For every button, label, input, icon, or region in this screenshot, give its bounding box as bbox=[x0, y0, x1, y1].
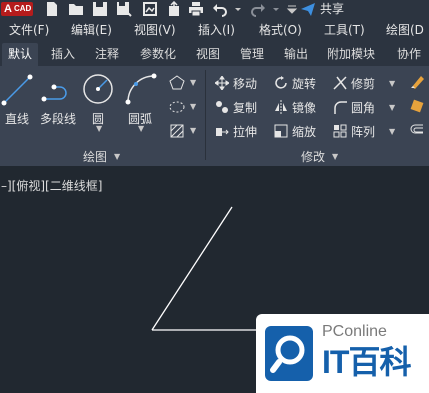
save-as-icon[interactable] bbox=[116, 1, 132, 17]
trim-tool[interactable]: 修剪 bbox=[333, 75, 375, 92]
rotate-icon bbox=[274, 76, 288, 90]
fillet-tool-label: 圆角 bbox=[351, 101, 376, 115]
circle-tool-icon[interactable] bbox=[81, 72, 115, 106]
scale-tool-label: 缩放 bbox=[292, 125, 317, 139]
offset-icon[interactable] bbox=[409, 122, 425, 138]
tab-annotate[interactable]: 注释 bbox=[95, 46, 119, 62]
draw-panel-expand-icon[interactable]: ▼ bbox=[114, 152, 120, 161]
redo-dropdown-icon[interactable] bbox=[268, 1, 279, 17]
rotate-tool[interactable]: 旋转 bbox=[274, 75, 316, 92]
move-tool[interactable]: 移动 bbox=[214, 75, 258, 92]
share-icon[interactable] bbox=[300, 1, 316, 17]
array-tool-label: 阵列 bbox=[351, 125, 376, 139]
scale-tool[interactable]: 缩放 bbox=[274, 123, 316, 140]
mirror-icon bbox=[274, 100, 288, 114]
watermark-logo-icon bbox=[265, 326, 313, 381]
modify-panel-expand-icon[interactable]: ▼ bbox=[332, 152, 338, 161]
rotate-tool-label: 旋转 bbox=[292, 77, 317, 91]
explode-icon[interactable] bbox=[409, 98, 425, 114]
stretch-tool-label: 拉伸 bbox=[233, 125, 258, 139]
tab-parametric[interactable]: 参数化 bbox=[140, 46, 176, 62]
save-icon[interactable] bbox=[92, 1, 108, 17]
gradient-tool-icon[interactable] bbox=[168, 122, 186, 140]
line-tool-label[interactable]: 直线 bbox=[5, 110, 29, 127]
fillet-dropdown-icon[interactable]: ▼ bbox=[389, 103, 395, 112]
copy-icon bbox=[215, 100, 229, 114]
tab-collaborate[interactable]: 协作 bbox=[397, 46, 421, 62]
menu-draw[interactable]: 绘图(D bbox=[386, 22, 424, 38]
tab-output[interactable]: 输出 bbox=[284, 46, 308, 62]
menu-bar: 文件(F) 编辑(E) 视图(V) 插入(I) 格式(O) 工具(T) 绘图(D bbox=[0, 19, 429, 41]
menu-view[interactable]: 视图(V) bbox=[134, 22, 176, 38]
fillet-icon bbox=[333, 100, 347, 114]
array-tool[interactable]: 阵列 bbox=[333, 123, 375, 140]
title-bar: A CAD 共享 bbox=[0, 0, 429, 19]
stretch-tool[interactable]: 拉伸 bbox=[215, 123, 257, 140]
array-icon bbox=[333, 124, 347, 138]
circle-dropdown-icon[interactable]: ▼ bbox=[96, 124, 102, 133]
copy-tool[interactable]: 复制 bbox=[215, 99, 257, 116]
draw-panel-title[interactable]: 绘图 bbox=[83, 148, 107, 165]
tab-insert[interactable]: 插入 bbox=[51, 46, 75, 62]
menu-edit[interactable]: 编辑(E) bbox=[71, 22, 112, 38]
mirror-tool[interactable]: 镜像 bbox=[274, 99, 316, 116]
menu-format[interactable]: 格式(O) bbox=[259, 22, 302, 38]
hatch-tool-icon[interactable] bbox=[168, 98, 186, 116]
redo-icon[interactable] bbox=[250, 1, 266, 17]
tab-view[interactable]: 视图 bbox=[196, 46, 220, 62]
arc-tool-icon[interactable] bbox=[124, 72, 158, 106]
scale-icon bbox=[274, 124, 288, 138]
arc-dropdown-icon[interactable]: ▼ bbox=[138, 124, 144, 133]
move-icon bbox=[214, 75, 230, 91]
print-icon[interactable] bbox=[188, 1, 204, 17]
trim-dropdown-icon[interactable]: ▼ bbox=[389, 79, 395, 88]
undo-dropdown-icon[interactable] bbox=[230, 1, 241, 17]
gradient-dropdown-icon[interactable]: ▼ bbox=[190, 126, 196, 135]
customize-dropdown-icon[interactable] bbox=[284, 1, 298, 17]
menu-file[interactable]: 文件(F) bbox=[9, 22, 49, 38]
trim-icon bbox=[333, 76, 347, 90]
trim-tool-label: 修剪 bbox=[351, 77, 376, 91]
line-tool-icon[interactable] bbox=[0, 73, 34, 107]
open-icon[interactable] bbox=[68, 1, 84, 17]
menu-insert[interactable]: 插入(I) bbox=[198, 22, 235, 38]
new-icon[interactable] bbox=[44, 1, 60, 17]
watermark-name: IT百科 bbox=[322, 344, 411, 380]
rectangle-tool-icon[interactable] bbox=[168, 74, 186, 92]
plot-icon[interactable] bbox=[142, 1, 158, 17]
fillet-tool[interactable]: 圆角 bbox=[333, 99, 375, 116]
mirror-tool-label: 镜像 bbox=[292, 101, 317, 115]
undo-icon[interactable] bbox=[212, 1, 228, 17]
app-logo-text: CAD bbox=[14, 4, 32, 13]
modify-panel-title[interactable]: 修改 bbox=[301, 148, 325, 165]
polyline-tool-label[interactable]: 多段线 bbox=[40, 110, 76, 127]
stretch-icon bbox=[215, 124, 229, 138]
app-logo-letter: A bbox=[4, 3, 12, 15]
tab-addins[interactable]: 附加模块 bbox=[327, 46, 375, 62]
array-dropdown-icon[interactable]: ▼ bbox=[389, 127, 395, 136]
erase-icon[interactable] bbox=[409, 74, 425, 90]
menu-tools[interactable]: 工具(T) bbox=[324, 22, 365, 38]
app-logo[interactable]: A CAD bbox=[1, 2, 33, 16]
panel-divider bbox=[205, 70, 206, 160]
tab-default[interactable]: 默认 bbox=[2, 43, 39, 66]
publish-icon[interactable] bbox=[166, 0, 182, 17]
polyline-tool-icon[interactable] bbox=[40, 73, 74, 107]
share-label[interactable]: 共享 bbox=[320, 1, 344, 17]
copy-tool-label: 复制 bbox=[233, 101, 258, 115]
watermark-brand: PConline bbox=[322, 323, 387, 340]
ribbon-tabs: 默认 插入 注释 参数化 视图 管理 输出 附加模块 协作 bbox=[0, 41, 429, 66]
hatch-dropdown-icon[interactable]: ▼ bbox=[190, 102, 196, 111]
rectangle-dropdown-icon[interactable]: ▼ bbox=[190, 78, 196, 87]
move-tool-label: 移动 bbox=[233, 77, 258, 91]
tab-manage[interactable]: 管理 bbox=[240, 46, 264, 62]
drawn-line-diagonal[interactable] bbox=[151, 206, 233, 331]
